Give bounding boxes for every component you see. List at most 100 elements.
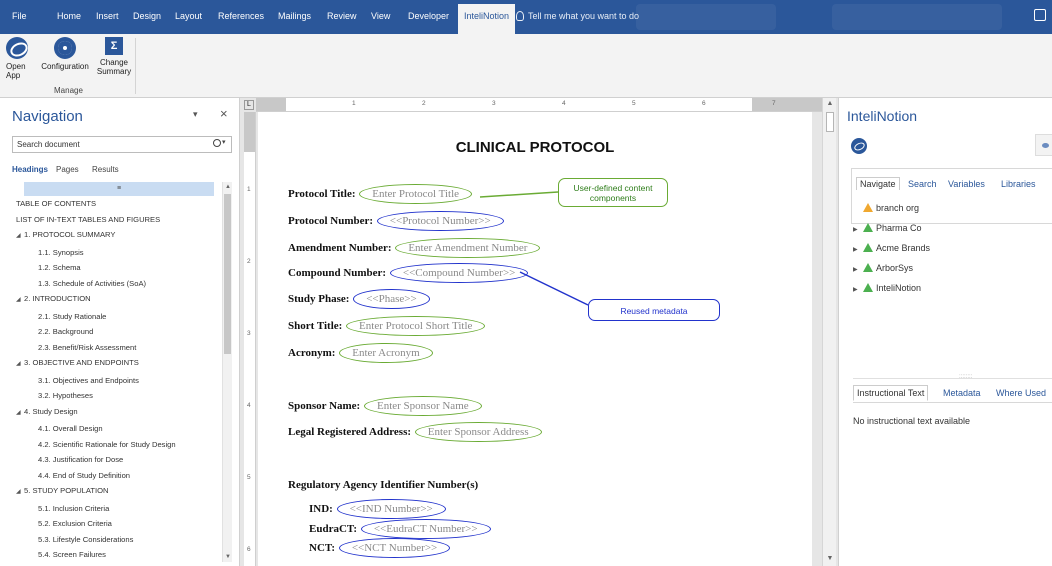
protocol-number-control[interactable]: <<Protocol Number>>	[376, 211, 504, 231]
tab-references[interactable]: References	[218, 11, 264, 21]
expand-triangle-icon[interactable]: ▶	[853, 280, 863, 300]
heading-item[interactable]: 5.4. Screen Failures	[0, 547, 222, 563]
heading-item[interactable]: TABLE OF CONTENTS	[0, 196, 222, 212]
acronym-control[interactable]: Enter Acronym	[339, 343, 433, 363]
tab-where-used[interactable]: Where Used	[996, 388, 1046, 398]
scroll-down-icon[interactable]: ▼	[823, 555, 837, 562]
scroll-up-icon[interactable]: ▲	[823, 100, 837, 107]
change-summary-button[interactable]: Σ Change Summary	[94, 37, 134, 76]
heading-item[interactable]: ◢ 4. Study Design	[0, 404, 222, 422]
selected-heading[interactable]: ≡	[24, 182, 214, 196]
heading-item[interactable]: 2.2. Background	[0, 324, 222, 340]
amendment-control[interactable]: Enter Amendment Number	[395, 238, 541, 258]
collapse-triangle-icon[interactable]: ◢	[16, 485, 24, 501]
tab-view[interactable]: View	[371, 11, 390, 21]
document-title: CLINICAL PROTOCOL	[455, 139, 615, 156]
heading-item[interactable]: ◢ 3. OBJECTIVE AND ENDPOINTS	[0, 355, 222, 373]
heading-item[interactable]: 1.1. Synopsis	[0, 245, 222, 261]
tell-me-label: Tell me what you want to do	[528, 11, 640, 21]
org-item[interactable]: ▶ ArborSys	[853, 258, 930, 278]
tab-design[interactable]: Design	[133, 11, 161, 21]
tab-metadata[interactable]: Metadata	[943, 388, 981, 398]
ind-label: IND:	[309, 503, 333, 515]
collapse-triangle-icon[interactable]: ◢	[16, 357, 24, 373]
short-title-control[interactable]: Enter Protocol Short Title	[346, 316, 486, 336]
tab-mailings[interactable]: Mailings	[278, 11, 311, 21]
search-document-input[interactable]: Search document	[12, 136, 232, 153]
headings-tree: ≡ TABLE OF CONTENTS LIST OF IN-TEXT TABLE…	[0, 182, 222, 566]
sponsor-control[interactable]: Enter Sponsor Name	[363, 396, 482, 416]
tell-me-search[interactable]: Tell me what you want to do	[516, 11, 639, 21]
heading-item[interactable]: 2.3. Benefit/Risk Assessment	[0, 340, 222, 356]
ind-control[interactable]: <<IND Number>>	[336, 499, 446, 519]
tab-file[interactable]: File	[12, 11, 27, 21]
heading-label: 5.1. Inclusion Criteria	[38, 503, 110, 513]
share-icon[interactable]	[1034, 9, 1046, 21]
tab-selector[interactable]: L	[244, 100, 254, 110]
configuration-button[interactable]: Configuration	[35, 37, 95, 71]
org-item[interactable]: ▶ InteliNotion	[853, 278, 930, 298]
document-scrollbar[interactable]: ▲ ▼	[822, 98, 836, 566]
scrollbar-thumb[interactable]	[826, 112, 834, 132]
nct-control[interactable]: <<NCT Number>>	[338, 538, 451, 558]
heading-item[interactable]: 4.3. Justification for Dose	[0, 452, 222, 468]
heading-item[interactable]: 5.2. Exclusion Criteria	[0, 516, 222, 532]
pane-divider[interactable]	[853, 378, 1052, 379]
tab-layout[interactable]: Layout	[175, 11, 202, 21]
heading-item[interactable]: 1.2. Schema	[0, 260, 222, 276]
heading-item[interactable]: ◢ 5. STUDY POPULATION	[0, 483, 222, 501]
heading-item[interactable]: 3.1. Objectives and Endpoints	[0, 373, 222, 389]
close-icon[interactable]: ×	[220, 106, 228, 121]
navigation-scrollbar[interactable]: ▲ ▼	[222, 182, 232, 562]
org-item[interactable]: branch org	[853, 198, 930, 218]
protocol-title-control[interactable]: Enter Protocol Title	[359, 184, 473, 204]
tab-instructional-text[interactable]: Instructional Text	[853, 385, 929, 401]
tab-results[interactable]: Results	[92, 165, 119, 174]
tab-intelinotion[interactable]: InteliNotion	[458, 4, 516, 34]
org-item[interactable]: ▶ Pharma Co	[853, 218, 930, 238]
tab-review[interactable]: Review	[327, 11, 357, 21]
expand-triangle-icon[interactable]: ▶	[853, 220, 863, 240]
tab-headings[interactable]: Headings	[12, 165, 48, 174]
tab-home[interactable]: Home	[57, 11, 81, 21]
org-item[interactable]: ▶ Acme Brands	[853, 238, 930, 258]
tab-variables[interactable]: Variables	[948, 179, 985, 189]
heading-item[interactable]: ◢ 2. INTRODUCTION	[0, 291, 222, 309]
open-app-button[interactable]: Open App	[6, 37, 28, 80]
expand-triangle-icon[interactable]: ▶	[853, 260, 863, 280]
tab-navigate[interactable]: Navigate	[856, 177, 900, 190]
heading-item[interactable]: 2.1. Study Rationale	[0, 309, 222, 325]
tab-libraries[interactable]: Libraries	[1001, 179, 1036, 189]
scroll-up-icon[interactable]: ▲	[223, 184, 233, 190]
tab-pages[interactable]: Pages	[56, 165, 79, 174]
address-control[interactable]: Enter Sponsor Address	[414, 422, 542, 442]
heading-item[interactable]: LIST OF IN-TEXT TABLES AND FIGURES	[0, 212, 222, 228]
phase-control[interactable]: <<Phase>>	[353, 289, 430, 309]
resize-grip-icon[interactable]: ::::::::	[959, 374, 972, 380]
heading-item[interactable]: 3.2. Hypotheses	[0, 388, 222, 404]
collapse-triangle-icon[interactable]: ◢	[16, 229, 24, 245]
search-icon[interactable]	[213, 138, 227, 150]
callout-reused-metadata: Reused metadata	[588, 299, 720, 321]
tab-developer[interactable]: Developer	[408, 11, 449, 21]
heading-item[interactable]: 1.3. Schedule of Activities (SoA)	[0, 276, 222, 292]
tab-search[interactable]: Search	[908, 179, 937, 189]
cloud-icon[interactable]	[1035, 134, 1052, 156]
heading-item[interactable]: ◢ 1. PROTOCOL SUMMARY	[0, 227, 222, 245]
heading-item[interactable]: 5.3. Lifestyle Considerations	[0, 532, 222, 548]
heading-label: 2.3. Benefit/Risk Assessment	[38, 342, 137, 352]
document-page[interactable]: CLINICAL PROTOCOL Protocol Title: Enter …	[258, 112, 812, 566]
expand-triangle-icon[interactable]: ▶	[853, 240, 863, 260]
chevron-down-icon[interactable]: ▾	[193, 109, 198, 120]
eudract-control[interactable]: <<EudraCT Number>>	[360, 519, 491, 539]
heading-item[interactable]: 5.1. Inclusion Criteria	[0, 501, 222, 517]
collapse-triangle-icon[interactable]: ◢	[16, 293, 24, 309]
heading-item[interactable]: 4.1. Overall Design	[0, 421, 222, 437]
collapse-triangle-icon[interactable]: ◢	[16, 406, 24, 422]
compound-control[interactable]: <<Compound Number>>	[389, 263, 529, 283]
tab-insert[interactable]: Insert	[96, 11, 119, 21]
scrollbar-thumb[interactable]	[224, 194, 231, 354]
heading-item[interactable]: 4.2. Scientific Rationale for Study Desi…	[0, 437, 222, 453]
heading-item[interactable]: 4.4. End of Study Definition	[0, 468, 222, 484]
scroll-down-icon[interactable]: ▼	[223, 554, 233, 560]
